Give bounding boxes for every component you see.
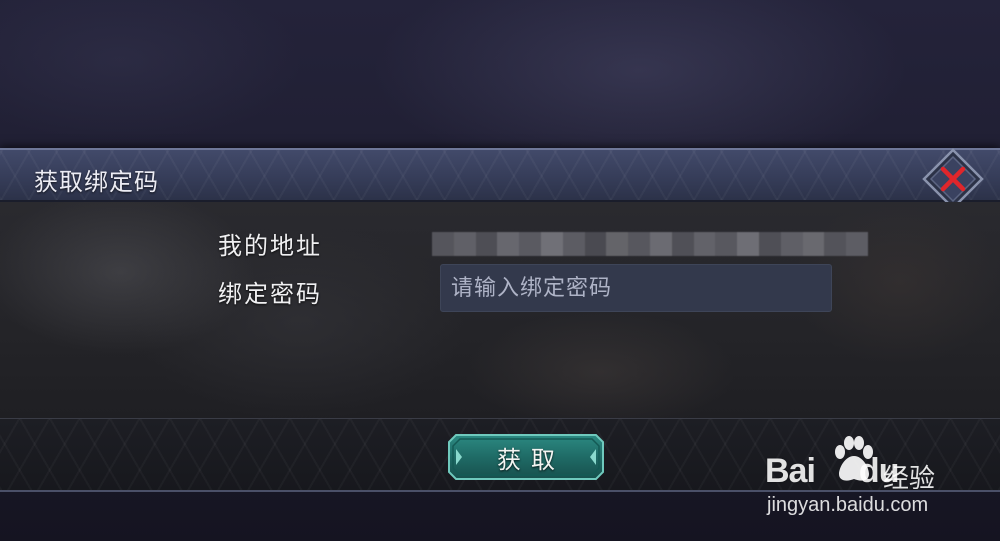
password-input[interactable]: [440, 264, 832, 312]
close-button[interactable]: [922, 148, 984, 210]
dialog-title-bar: 获取绑定码: [0, 148, 1000, 202]
get-code-button-label: 获取: [497, 445, 565, 474]
address-label: 我的地址: [218, 232, 322, 260]
address-value-pixelated: [432, 232, 868, 256]
dialog-body: 我的地址 绑定密码: [0, 202, 1000, 418]
bind-code-dialog: 获取绑定码 我的地址 绑定密码 请输入绑定密码 获取: [0, 148, 1000, 494]
screen: { "dialog": { "title": "获取绑定码", "close_i…: [0, 0, 1000, 541]
watermark-url: jingyan.baidu.com: [767, 494, 929, 516]
close-x-icon: [922, 148, 984, 210]
get-code-button[interactable]: 获取: [448, 434, 604, 480]
password-label: 绑定密码: [218, 280, 322, 308]
address-value-text: [440, 234, 441, 235]
dialog-footer: 获取: [0, 418, 1000, 492]
dialog-title: 获取绑定码: [34, 168, 159, 196]
